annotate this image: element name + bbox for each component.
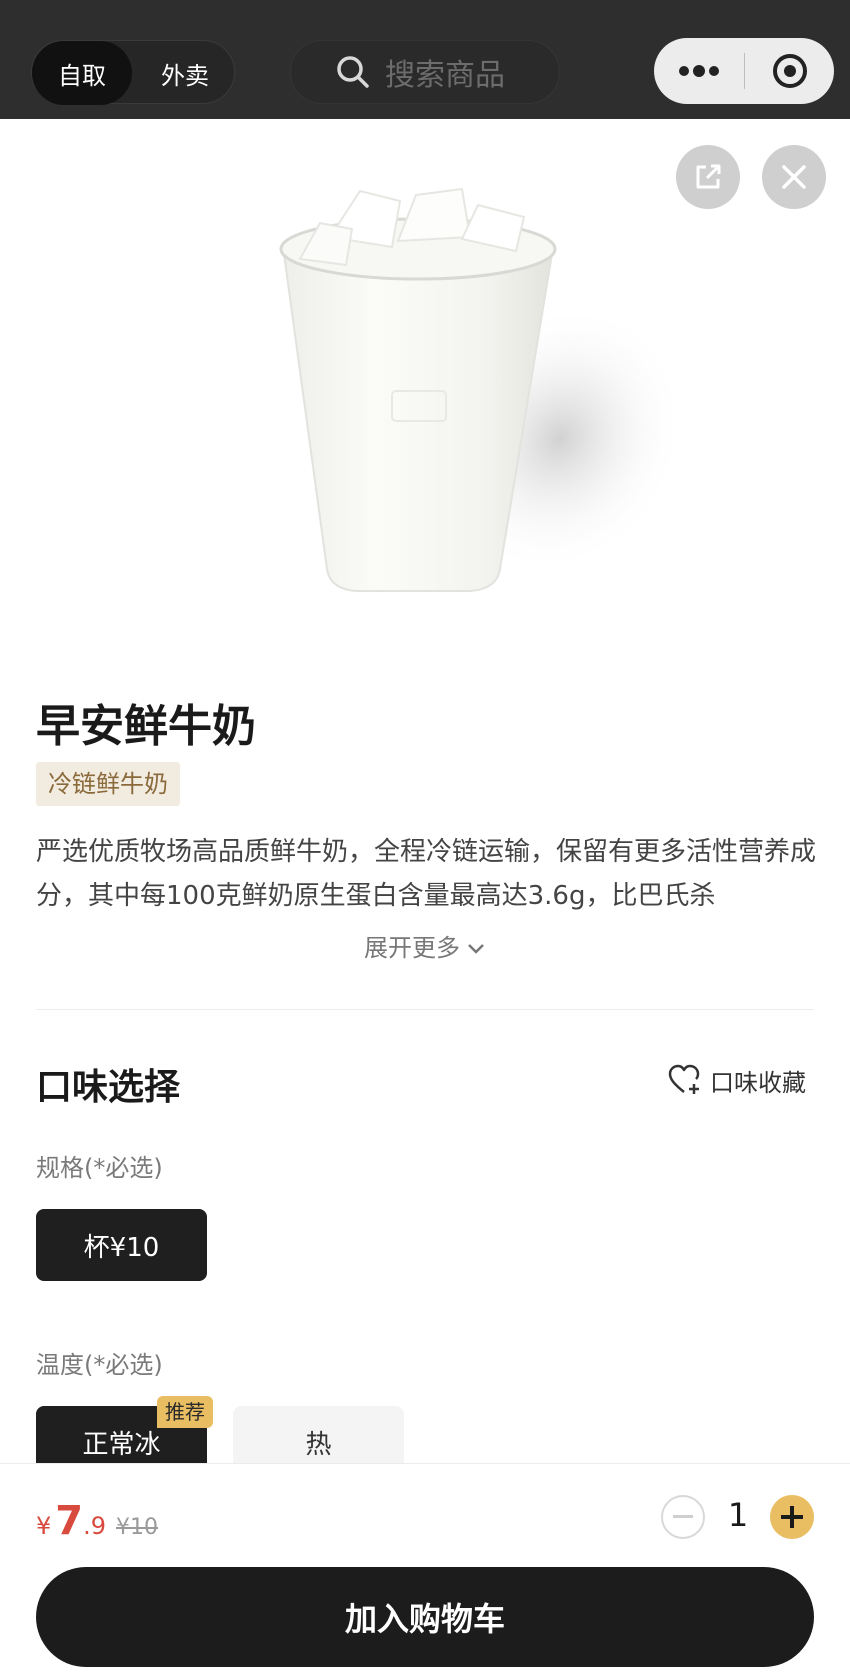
quantity-increase-button[interactable] [770, 1495, 814, 1539]
product-title: 早安鲜牛奶 [36, 701, 256, 752]
close-button[interactable] [762, 145, 826, 209]
expand-more-button[interactable]: 展开更多 [0, 928, 850, 963]
more-dots-icon [679, 65, 719, 77]
product-image-area [0, 119, 850, 649]
share-button[interactable] [676, 145, 740, 209]
search-placeholder: 搜索商品 [385, 58, 505, 93]
price-display: ¥ 7 .9 ¥10 [36, 1498, 158, 1544]
close-icon [782, 165, 806, 189]
target-icon [772, 54, 807, 88]
favorite-flavor-button[interactable]: 口味收藏 [668, 1060, 806, 1100]
chevron-down-icon [468, 944, 484, 954]
pickup-delivery-toggle: 自取 外卖 [31, 40, 235, 105]
expand-more-label: 展开更多 [364, 934, 460, 962]
options-title: 口味选择 [36, 1067, 181, 1108]
plus-icon [781, 1506, 803, 1528]
temperature-label: 温度(*必选) [36, 1351, 163, 1379]
section-divider [36, 1009, 814, 1010]
product-description: 严选优质牧场高品质鲜牛奶，全程冷链运输，保留有更多活性营养成分，其中每100克鲜… [36, 837, 816, 911]
miniprogram-capsule [654, 38, 834, 104]
favorite-flavor-label: 口味收藏 [710, 1068, 806, 1097]
size-option-cup[interactable]: 杯¥10 [36, 1209, 207, 1281]
share-icon [696, 164, 721, 189]
price-integer: 7 [55, 1498, 84, 1544]
search-bar[interactable]: 搜索商品 [290, 40, 560, 104]
add-to-cart-button[interactable]: 加入购物车 [36, 1567, 814, 1667]
price-decimal: .9 [83, 1512, 107, 1540]
more-button[interactable] [654, 38, 744, 104]
quantity-value: 1 [727, 1496, 749, 1534]
size-label: 规格(*必选) [36, 1154, 163, 1182]
bottom-bar: ¥ 7 .9 ¥10 1 加入购物车 [0, 1463, 850, 1680]
quantity-decrease-button[interactable] [661, 1495, 705, 1539]
price-currency: ¥ [36, 1512, 52, 1540]
tab-delivery[interactable]: 外卖 [137, 41, 233, 105]
search-icon [337, 56, 369, 88]
tab-pickup[interactable]: 自取 [32, 41, 132, 105]
product-tag: 冷链鲜牛奶 [36, 762, 180, 806]
original-price: ¥10 [116, 1515, 159, 1540]
recommend-badge: 推荐 [157, 1396, 213, 1428]
top-bar: 自取 外卖 搜索商品 [0, 0, 850, 119]
minus-icon [673, 1515, 693, 1518]
heart-plus-icon [668, 1064, 700, 1094]
exit-miniprogram-button[interactable] [745, 38, 834, 104]
